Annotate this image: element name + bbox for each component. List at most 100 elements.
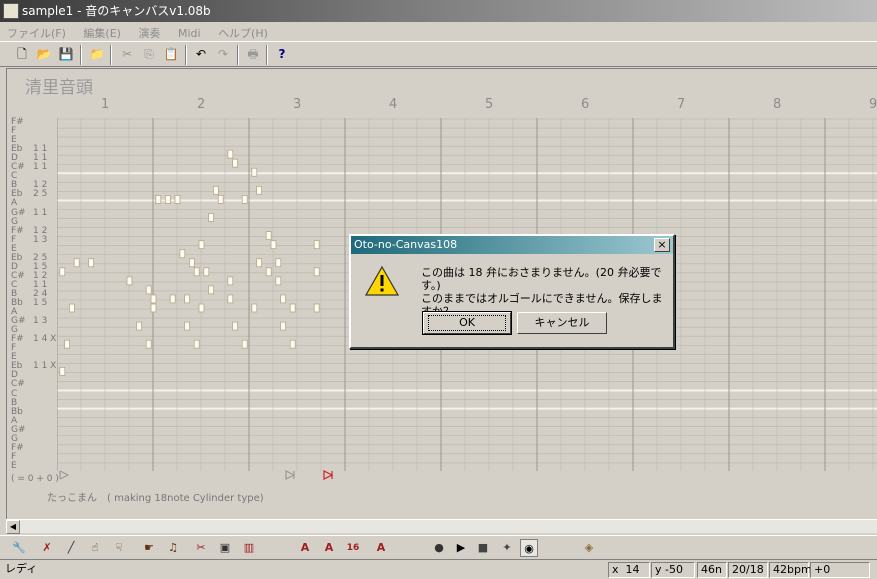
measure-number: 8 xyxy=(773,97,782,112)
bar-lines-icon[interactable]: ▥ xyxy=(240,539,258,557)
wrench-icon[interactable]: 🔧 xyxy=(10,539,28,557)
loop-icon[interactable]: ◉ xyxy=(520,539,538,557)
hand-pick-icon[interactable]: ☛ xyxy=(140,539,158,557)
menu-edit[interactable]: 編集(E) xyxy=(76,22,128,41)
status-tempo: 42bpm xyxy=(769,562,812,578)
play-icon[interactable]: ▶ xyxy=(452,539,470,557)
paste-icon[interactable]: 📋 xyxy=(162,45,180,63)
x-label: x xyxy=(612,563,619,576)
note xyxy=(232,158,239,168)
toolbar-separator xyxy=(110,45,112,65)
grid-box-icon[interactable]: ▣ xyxy=(216,539,234,557)
note xyxy=(184,321,190,331)
toolbar-separator xyxy=(237,45,239,65)
cancel-button[interactable]: キャンセル xyxy=(517,312,607,334)
note xyxy=(193,339,200,349)
note xyxy=(289,339,296,349)
print-icon[interactable]: 🖶 xyxy=(244,45,262,63)
transpose-16-icon[interactable]: 16 xyxy=(344,539,362,557)
pitch-label: F# 1 4 X xyxy=(11,334,57,345)
hand-down-icon[interactable]: ☟ xyxy=(110,539,128,557)
menu-help[interactable]: ヘルプ(H) xyxy=(211,22,275,41)
note xyxy=(251,303,258,313)
note xyxy=(150,303,157,313)
menu-bar: ファイル(F) 編集(E) 演奏 Midi ヘルプ(H) xyxy=(0,22,877,41)
measure-number: 6 xyxy=(581,97,590,112)
note xyxy=(59,366,66,376)
cut-icon[interactable]: ✂ xyxy=(118,45,136,63)
import-icon[interactable]: 📁 xyxy=(88,45,106,63)
copy-icon[interactable]: ⎘ xyxy=(140,45,158,63)
note xyxy=(184,294,190,304)
note xyxy=(59,267,66,277)
balance-note: ( = 0 + 0 ) xyxy=(11,474,59,484)
transpose-b-icon[interactable]: A xyxy=(320,539,338,557)
loop-marker-icon[interactable] xyxy=(285,470,295,480)
note xyxy=(208,213,215,222)
note xyxy=(150,294,157,304)
redo-icon[interactable]: ↷ xyxy=(214,45,232,63)
note xyxy=(198,240,205,250)
horizontal-scrollbar[interactable]: ◀ xyxy=(6,519,877,534)
note xyxy=(256,258,263,268)
note xyxy=(198,303,205,313)
ok-button[interactable]: OK xyxy=(422,311,512,335)
help-icon[interactable]: ? xyxy=(273,45,291,63)
note-icon[interactable]: ♫ xyxy=(164,539,182,557)
erase-line-icon[interactable]: ✗ xyxy=(38,539,56,557)
note xyxy=(227,294,234,304)
new-icon[interactable]: 🗋 xyxy=(13,45,31,63)
note xyxy=(232,321,239,331)
warning-icon xyxy=(365,266,399,296)
menu-midi[interactable]: Midi xyxy=(171,24,208,40)
toolbar-separator xyxy=(80,45,82,65)
main-toolbar: 🗋 📂 💾 📁 ✂ ⎘ 📋 ↶ ↷ 🖶 ? xyxy=(0,41,877,67)
menu-file[interactable]: ファイル(F) xyxy=(0,22,73,41)
note xyxy=(217,195,224,204)
pencil-line-icon[interactable]: ╱ xyxy=(62,539,80,557)
measure-number: 9 xyxy=(869,97,877,112)
start-marker-icon[interactable] xyxy=(59,470,69,480)
hand-up-icon[interactable]: ☝ xyxy=(86,539,104,557)
measure-number: 7 xyxy=(677,97,686,112)
measure-number: 2 xyxy=(197,97,206,112)
scroll-left-icon[interactable]: ◀ xyxy=(6,520,20,534)
open-icon[interactable]: 📂 xyxy=(35,45,53,63)
note xyxy=(174,195,181,204)
transpose-c-icon[interactable]: A xyxy=(372,539,390,557)
stop-icon[interactable]: ■ xyxy=(474,539,492,557)
note xyxy=(193,267,200,277)
note xyxy=(280,321,287,331)
note xyxy=(265,231,272,240)
note xyxy=(241,339,248,349)
end-marker-icon[interactable] xyxy=(323,470,333,480)
title-bar: sample1 - 音のキャンバスv1.08b xyxy=(0,0,877,22)
note xyxy=(270,240,277,250)
toolbar-separator xyxy=(185,45,187,65)
dialog-title: Oto-no-Canvas108 xyxy=(351,236,673,254)
undo-icon[interactable]: ↶ xyxy=(192,45,210,63)
note xyxy=(251,167,258,177)
status-bar: レディ x 14 y -50 46n 20/18 42bpm +0 xyxy=(0,559,877,579)
ff-icon[interactable]: ✦ xyxy=(498,539,516,557)
note xyxy=(136,321,142,331)
note xyxy=(313,303,320,313)
close-icon[interactable]: × xyxy=(654,238,670,252)
music-box-icon[interactable]: ◈ xyxy=(580,539,598,557)
note xyxy=(179,249,186,259)
record-icon[interactable]: ● xyxy=(430,539,448,557)
note xyxy=(241,195,248,204)
note xyxy=(145,339,152,349)
note xyxy=(73,258,80,268)
app-icon xyxy=(3,3,19,19)
note xyxy=(203,267,210,277)
save-icon[interactable]: 💾 xyxy=(57,45,75,63)
save-warning-dialog: Oto-no-Canvas108 × この曲は 18 弁におさまりません。(20… xyxy=(349,234,675,349)
menu-play[interactable]: 演奏 xyxy=(131,22,167,41)
ok-label: OK xyxy=(428,315,506,331)
transpose-a-icon[interactable]: A xyxy=(296,539,314,557)
measure-number: 4 xyxy=(389,97,398,112)
cut-note-icon[interactable]: ✂ xyxy=(192,539,210,557)
note xyxy=(88,258,95,268)
y-value: -50 xyxy=(665,563,683,576)
